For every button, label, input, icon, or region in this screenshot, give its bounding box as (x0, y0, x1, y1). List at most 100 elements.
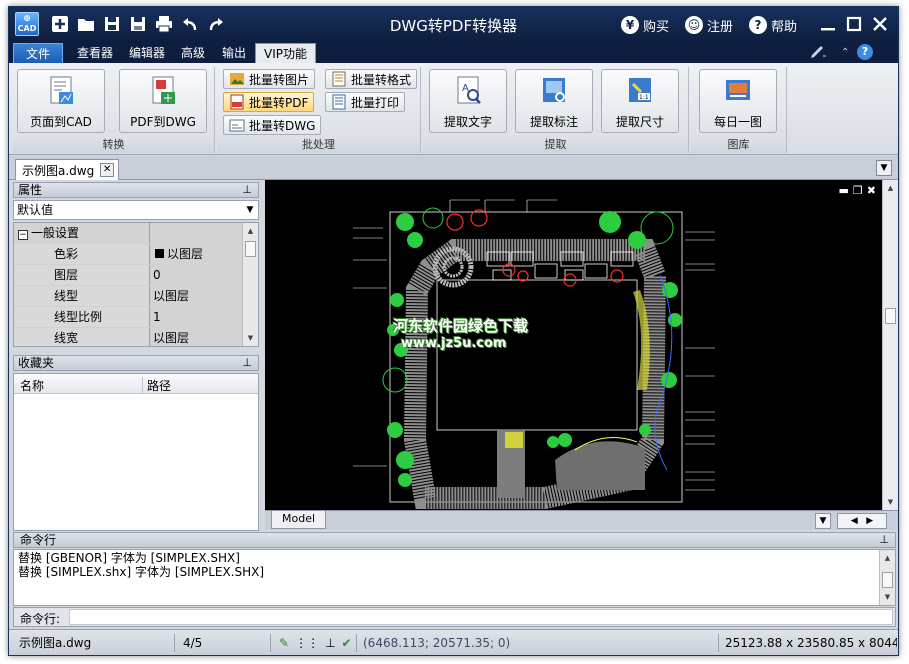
batch-to-format-button[interactable]: 批量转格式 (325, 69, 418, 89)
batch-print-button[interactable]: 批量打印 (325, 92, 406, 112)
property-value[interactable]: 以图层 (151, 328, 244, 346)
ortho-icon[interactable]: ⊥ (325, 634, 335, 652)
image-icon (230, 73, 244, 85)
batch-to-dwg-button[interactable]: 批量转DWG (223, 115, 322, 135)
register-button[interactable]: ☺ 注册 (685, 15, 733, 35)
close-tab-icon[interactable]: ✕ (100, 163, 115, 177)
tab-file[interactable]: 文件 (13, 43, 63, 63)
property-scrollbar[interactable]: ▲ ▼ (242, 223, 258, 346)
extract-text-button[interactable]: A 提取文字 (429, 69, 507, 133)
save-icon[interactable] (101, 14, 123, 34)
property-value[interactable]: 以图层 (151, 244, 244, 264)
property-value[interactable]: 1 (151, 307, 244, 327)
scroll-down-icon[interactable]: ▼ (880, 591, 895, 603)
layout-tab-model[interactable]: Model (271, 511, 327, 529)
batch-to-image-button[interactable]: 批量转图片 (223, 69, 316, 89)
new-file-icon[interactable] (49, 14, 71, 34)
layout-list-dropdown-icon[interactable]: ▼ (815, 513, 831, 529)
tab-vip[interactable]: VIP功能 (255, 43, 316, 63)
daily-drawing-icon (726, 80, 750, 100)
property-row[interactable]: 图层 0 (14, 265, 244, 285)
command-scrollbar[interactable]: ▲ ▼ (879, 550, 895, 605)
property-value[interactable]: 0 (151, 265, 244, 285)
drawing-canvas[interactable]: ▬ ❐ ✖ 河东软件园绿色下载 www.jz5u.com (265, 180, 882, 510)
help-button[interactable]: ? 帮助 (749, 15, 797, 35)
daily-drawing-label: 每日一图 (713, 115, 762, 129)
tab-editor[interactable]: 编辑器 (121, 43, 173, 63)
maximize-button[interactable] (843, 13, 865, 35)
group-batch-label: 批处理 (217, 137, 420, 153)
logo-text: CAD (17, 24, 37, 33)
pin-icon[interactable]: ⊥ (242, 356, 252, 370)
scroll-down-icon[interactable]: ▼ (883, 496, 898, 508)
property-section-label: 一般设置 (31, 226, 80, 240)
property-section-row[interactable]: − 一般设置 (14, 223, 244, 243)
collapse-ribbon-icon[interactable]: ⌃ (841, 43, 849, 61)
minimize-button[interactable] (817, 13, 839, 35)
column-header-path[interactable]: 路径 (142, 377, 171, 394)
edit-pen-icon[interactable] (809, 43, 827, 61)
canvas-close-icon[interactable]: ✖ (867, 184, 876, 197)
canvas-minimize-icon[interactable]: ▬ (839, 184, 849, 197)
tab-output[interactable]: 输出 (214, 43, 254, 63)
extract-dimension-button[interactable]: 1:1 提取尺寸 (601, 69, 679, 133)
redo-icon[interactable] (205, 14, 227, 34)
buy-button[interactable]: ¥ 购买 (621, 15, 669, 35)
property-row[interactable]: 色彩 以图层 (14, 244, 244, 264)
daily-drawing-button[interactable]: 每日一图 (699, 69, 777, 133)
column-header-name[interactable]: 名称 (20, 377, 44, 394)
close-icon (873, 17, 887, 31)
about-icon[interactable]: ? (857, 43, 873, 61)
page-to-cad-button[interactable]: 页面到CAD (17, 69, 105, 133)
command-input[interactable] (69, 609, 893, 625)
save-as-icon[interactable] (127, 14, 149, 34)
pdf-to-dwg-button[interactable]: PDF到DWG (119, 69, 207, 133)
undo-icon[interactable] (179, 14, 201, 34)
property-row[interactable]: 线型比例 1 (14, 307, 244, 327)
group-batch: 批量转图片 批量转格式 批量转PDF 批量打印 批量转DWG 批处理 (217, 67, 421, 153)
print-icon[interactable] (153, 14, 175, 34)
canvas-vertical-scrollbar[interactable]: ▲ ▼ (882, 180, 898, 510)
command-title: 命令行 (20, 533, 57, 547)
batch-print-label: 批量打印 (351, 95, 400, 110)
group-extract-label: 提取 (423, 137, 688, 153)
check-icon[interactable]: ✔ (342, 634, 352, 652)
snap-icon[interactable]: ✎ (279, 634, 289, 652)
scrollbar-thumb[interactable] (245, 241, 256, 257)
command-scrollbar-thumb[interactable] (882, 572, 893, 588)
pin-icon[interactable]: ⊥ (879, 533, 889, 547)
open-folder-icon[interactable] (75, 14, 97, 34)
user-icon: ☺ (685, 16, 703, 34)
scroll-down-icon[interactable]: ▼ (243, 332, 258, 344)
tab-list-dropdown-icon[interactable]: ▼ (876, 160, 892, 176)
canvas-scrollbar-thumb[interactable] (885, 308, 896, 324)
command-output-line: 替换 [SIMPLEX.shx] 字体为 [SIMPLEX.SHX] (18, 565, 265, 579)
grid-icon[interactable]: ⋮⋮ (295, 634, 319, 652)
cad-logo-icon[interactable]: ⊕ CAD (15, 12, 39, 36)
canvas-restore-icon[interactable]: ❐ (853, 184, 863, 197)
extract-annotation-label: 提取标注 (529, 115, 578, 129)
property-row[interactable]: 线型 以图层 (14, 286, 244, 306)
scroll-up-icon[interactable]: ▲ (880, 552, 895, 564)
cad-drawing (353, 199, 715, 509)
close-button[interactable] (869, 13, 891, 35)
batch-to-pdf-button[interactable]: 批量转PDF (223, 92, 315, 112)
status-bar: 示例图a.dwg 4/5 ✎ ⋮⋮ ⊥ ✔ (6468.113; 20571.3… (9, 629, 898, 655)
command-output: 替换 [GBENOR] 字体为 [SIMPLEX.SHX] 替换 [SIMPLE… (13, 549, 896, 606)
collapse-section-icon[interactable]: − (18, 230, 28, 240)
pin-icon[interactable]: ⊥ (242, 183, 252, 197)
scroll-up-icon[interactable]: ▲ (883, 182, 898, 194)
favorites-list[interactable]: 名称 路径 (13, 373, 259, 531)
property-value[interactable]: 以图层 (151, 286, 244, 306)
document-tab[interactable]: 示例图a.dwg ✕ (15, 159, 120, 180)
scroll-up-icon[interactable]: ▲ (243, 225, 258, 237)
batch-to-pdf-label: 批量转PDF (249, 95, 309, 110)
tab-viewer[interactable]: 查看器 (69, 43, 121, 63)
group-convert: 页面到CAD PDF到DWG 转换 (13, 67, 215, 153)
layout-scroll-arrows[interactable]: ◀ ▶ (837, 513, 887, 529)
properties-preset-select[interactable]: 默认值 ▼ (13, 200, 259, 220)
property-row[interactable]: 线宽 以图层 (14, 328, 244, 346)
format-icon (332, 71, 346, 87)
extract-annotation-button[interactable]: 提取标注 (515, 69, 593, 133)
tab-advanced[interactable]: 高级 (173, 43, 213, 63)
